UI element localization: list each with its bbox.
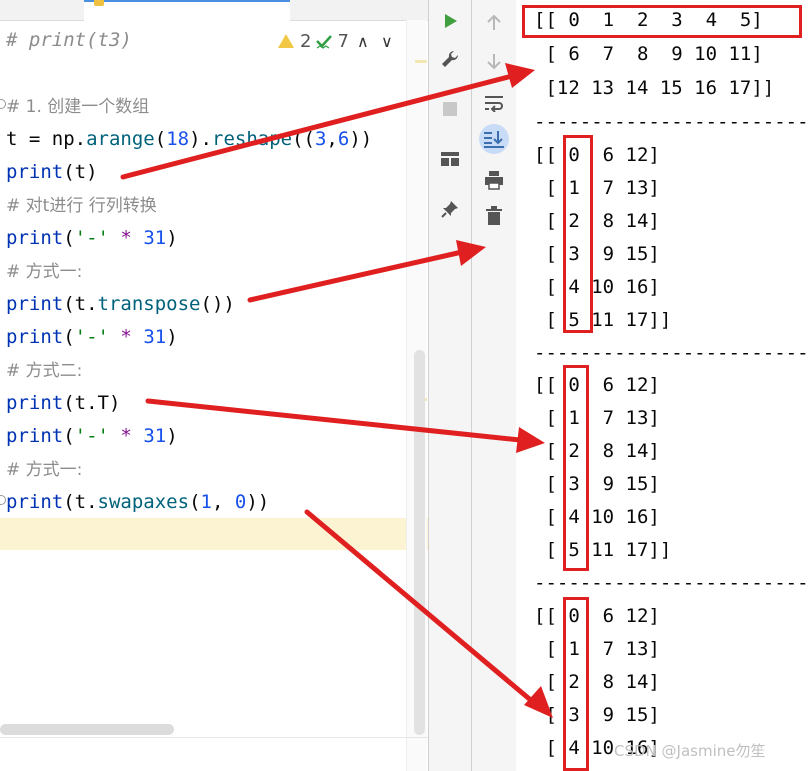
next-occurrence-button[interactable] [472,46,516,76]
annotation-box-first-column [563,135,593,333]
restore-layout-button[interactable] [429,144,471,174]
divider [0,737,428,738]
code-line[interactable]: print(t.T) [6,391,120,415]
console-line: [ 2 8 14] [534,671,660,693]
soft-wrap-icon [485,96,503,112]
code-line[interactable]: # 方式一: [6,259,82,284]
console-line: [ 2 8 14] [534,440,660,462]
console-line: ------------------------------- [534,111,808,133]
console-line: [[ 0 6 12] [534,374,660,396]
weak-warning-count: 7 [337,30,349,52]
annotation-box-first-column [563,365,589,571]
stop-button[interactable] [429,94,471,124]
console-line: [ 1 7 13] [534,638,660,660]
annotation-box-first-column [563,597,589,771]
console-line: [ 4 10 16] [534,276,660,298]
console-line: [12 13 14 15 16 17]] [534,77,775,99]
python-file-icon [94,0,104,6]
console-line: [ 3 9 15] [534,243,660,265]
code-line[interactable]: t = np.arange(18).reshape((3,6)) [6,127,372,151]
run-console-output[interactable]: [[ 0 1 2 3 4 5] [ 6 7 8 9 10 11] [12 13 … [516,0,808,771]
console-line: [[ 0 6 12] [534,605,660,627]
up-arrow-icon [487,14,501,30]
code-line[interactable]: # 方式一: [6,457,82,482]
console-line: [ 6 7 8 9 10 11] [534,43,763,65]
code-line[interactable]: # print(t3) [6,28,132,52]
wrench-icon [442,50,459,67]
editor-tab-bar [0,0,428,22]
run-icon [445,14,457,28]
console-line: [ 1 7 13] [534,407,660,429]
warning-count: 2 [300,30,312,52]
console-line: [ 1 7 13] [534,177,660,199]
layout-icon [441,152,459,166]
code-editor[interactable]: 2 7 ∧ ∨ # print(t3) # 1. 创建一个数组 t = np.a… [0,0,428,771]
pin-tab-button[interactable] [429,194,471,224]
clear-all-button[interactable] [472,201,516,231]
weak-warning-check-icon [316,35,333,49]
horizontal-scrollbar[interactable] [0,724,174,735]
code-line[interactable]: # 方式二: [6,358,82,383]
console-line: [ 5 11 17]] [534,309,672,331]
code-line[interactable]: print('-' * 31) [6,226,178,250]
console-line: [ 3 9 15] [534,473,660,495]
console-line: [ 5 11 17]] [534,539,672,561]
console-line: ------------------------------- [534,572,808,594]
soft-wrap-button[interactable] [472,88,516,118]
code-line[interactable]: # 1. 创建一个数组 [6,94,149,119]
vertical-scrollbar[interactable] [414,350,425,735]
code-line[interactable]: print(t.swapaxes(1, 0)) [6,490,269,514]
console-line: [ 3 9 15] [534,704,660,726]
console-line: [ 4 10 16] [534,506,660,528]
inspection-widget[interactable]: 2 7 ∧ ∨ [278,28,397,54]
scroll-to-end-toggle [479,124,509,154]
console-toolbar [471,0,517,771]
code-line[interactable]: print(t) [6,160,98,184]
console-line: ------------------------------- [534,342,808,364]
warning-icon [278,34,294,48]
stripe-marker[interactable] [415,60,427,63]
scroll-to-end-button[interactable] [472,124,516,154]
code-line[interactable]: print('-' * 31) [6,325,178,349]
chevron-down-icon[interactable]: ∨ [377,32,397,51]
rerun-button[interactable] [429,6,471,36]
stop-icon [443,102,457,116]
chevron-up-icon[interactable]: ∧ [353,32,373,51]
editor-tab[interactable] [292,0,352,20]
print-icon [485,171,503,190]
watermark: CSDN @Jasmine勿笙 [614,742,766,760]
console-line: [ 2 8 14] [534,210,660,232]
trash-icon [486,206,502,225]
print-button[interactable] [472,165,516,195]
console-line: [[ 0 6 12] [534,144,660,166]
pin-icon [441,201,458,218]
run-toolbar [428,0,471,771]
down-arrow-icon [487,54,501,70]
code-line[interactable]: print(t.transpose()) [6,292,235,316]
previous-occurrence-button[interactable] [472,8,516,38]
edit-configuration-button[interactable] [429,44,471,74]
editor-tab-active[interactable] [84,0,290,22]
annotation-box-first-row [522,5,802,38]
code-line[interactable]: # 对t进行 行列转换 [6,193,157,218]
scroll-to-end-icon [484,131,504,148]
current-line-highlight [0,518,428,550]
code-line[interactable]: print('-' * 31) [6,424,178,448]
